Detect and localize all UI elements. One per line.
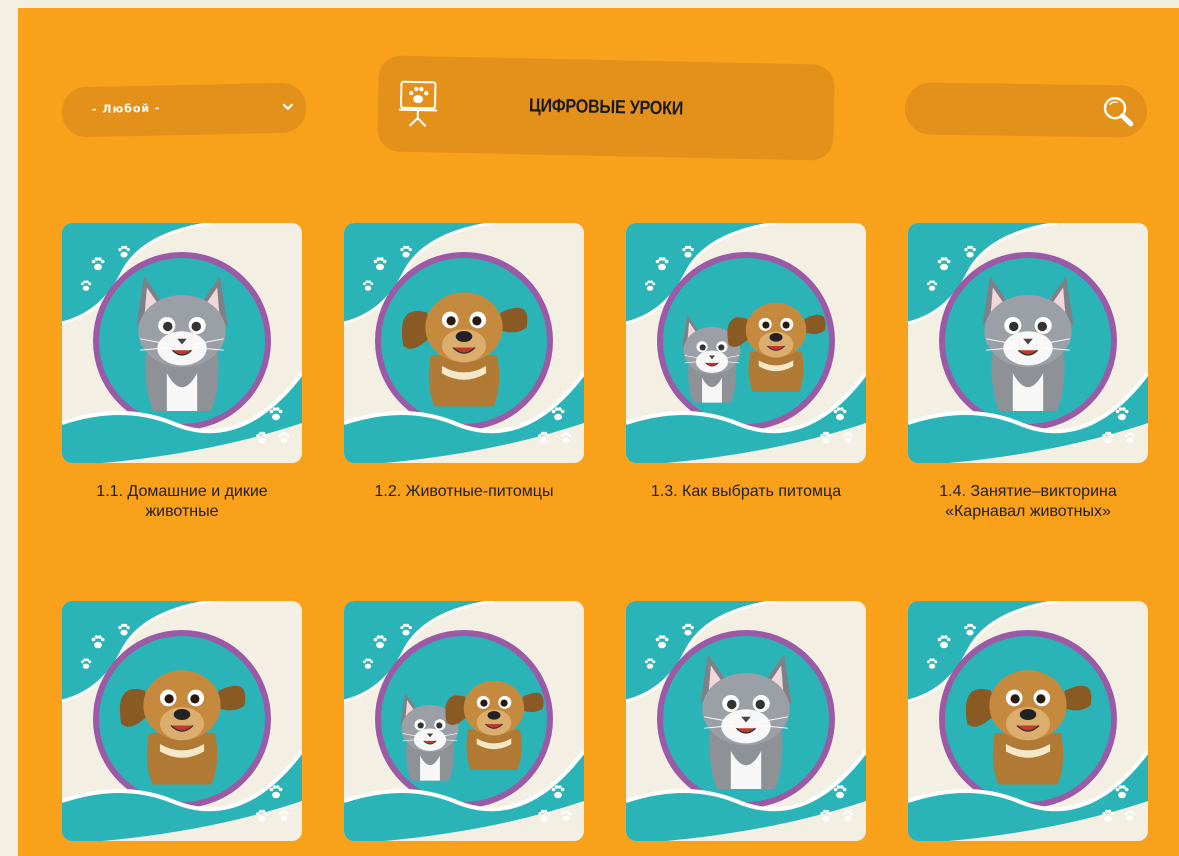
lesson-thumbnail[interactable]	[626, 223, 866, 463]
lesson-card[interactable]: 1.1. Домашние и дикие животные	[62, 223, 302, 522]
lesson-thumbnail[interactable]	[344, 223, 584, 463]
search-input[interactable]	[904, 82, 1148, 138]
lesson-title[interactable]: 1.2. Животные-питомцы	[344, 482, 584, 502]
lesson-card[interactable]: 1.3. Как выбрать питомца	[626, 223, 866, 502]
filter-selected-value: - Любой -	[91, 101, 161, 116]
lesson-card[interactable]: 1.4. Занятие–викторина «Карнавал животны…	[908, 223, 1148, 522]
search-icon[interactable]	[1101, 95, 1135, 127]
lesson-title[interactable]: 1.1. Домашние и дикие животные	[62, 482, 302, 522]
lesson-card[interactable]	[344, 601, 584, 856]
page-title: ЦИФРОВЫЕ УРОКИ	[528, 95, 684, 120]
page-header: ЦИФРОВЫЕ УРОКИ	[377, 55, 835, 161]
lesson-thumbnail[interactable]	[62, 223, 302, 463]
chevron-down-icon	[282, 103, 294, 110]
category-filter-select[interactable]: - Любой -	[61, 82, 307, 138]
lessons-panel: - Любой - ЦИФРОВЫЕ УРОКИ 1.1. Домашние и…	[18, 8, 1179, 856]
lesson-thumbnail[interactable]	[626, 601, 866, 841]
lesson-card[interactable]	[908, 601, 1148, 856]
lesson-thumbnail[interactable]	[344, 601, 584, 841]
lesson-thumbnail[interactable]	[62, 601, 302, 841]
lesson-thumbnail[interactable]	[908, 601, 1148, 841]
lesson-card[interactable]	[626, 601, 866, 856]
lesson-title[interactable]: 1.4. Занятие–викторина «Карнавал животны…	[908, 482, 1148, 522]
lesson-card[interactable]	[62, 601, 302, 856]
lesson-thumbnail[interactable]	[908, 223, 1148, 463]
lesson-title[interactable]: 1.3. Как выбрать питомца	[626, 482, 866, 502]
lesson-card[interactable]: 1.2. Животные-питомцы	[344, 223, 584, 502]
